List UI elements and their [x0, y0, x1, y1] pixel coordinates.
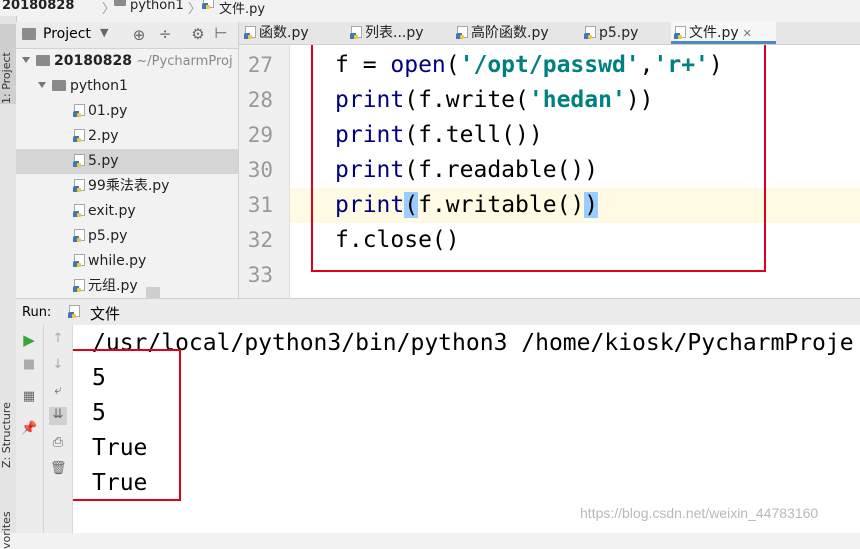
python-file-icon: [674, 26, 686, 39]
chevron-down-icon[interactable]: [22, 57, 30, 63]
file-label: 5.py: [88, 153, 119, 169]
run-toolbar-right: ↑ ↓ ⤶ ⇊ ⎙ 🗑: [44, 325, 73, 533]
watermark: https://blog.csdn.net/weixin_44783160: [580, 505, 819, 521]
tree-file-item[interactable]: 99乘法表.py: [73, 174, 170, 199]
line-number: 31: [247, 193, 273, 217]
line-number: 28: [247, 88, 273, 112]
run-panel-header: Run: 文件: [16, 298, 860, 326]
python-file-icon: [73, 154, 85, 167]
project-view-selector[interactable]: Project: [43, 26, 91, 42]
tree-folder-label: python1: [70, 78, 128, 94]
structure-tool-tab[interactable]: Z: Structure: [0, 388, 16, 468]
print-icon[interactable]: ⎙: [50, 435, 66, 450]
annotation-box-code: [311, 45, 766, 272]
annotation-box-output: [73, 349, 181, 501]
run-icon[interactable]: ▶: [21, 331, 37, 349]
project-view-icon: [22, 28, 36, 40]
python-file-icon: [68, 305, 80, 318]
pin-icon[interactable]: 📌: [21, 421, 37, 436]
tree-folder-item[interactable]: python1: [38, 74, 128, 99]
tree-file-item[interactable]: while.py: [73, 249, 147, 274]
soft-wrap-icon[interactable]: ⤶: [50, 383, 66, 398]
breadcrumb-root[interactable]: 20180828: [2, 0, 74, 13]
favorites-tool-tab[interactable]: vorites: [0, 494, 16, 549]
file-label: while.py: [88, 253, 147, 269]
python-file-icon: [350, 26, 362, 39]
file-label: 2.py: [88, 128, 119, 144]
trash-icon[interactable]: 🗑: [50, 461, 67, 476]
breadcrumb: 20180828 〉 python1 〉 文件.py: [0, 0, 860, 17]
line-number: 30: [247, 158, 273, 182]
tab-label: 文件.py: [689, 25, 739, 41]
python-file-icon: [73, 254, 85, 267]
run-label: Run:: [22, 305, 52, 320]
tree-file-item[interactable]: 01.py: [73, 99, 128, 124]
project-panel-header: Project ▼ ⊕ ÷ ⚙ ⊢: [16, 22, 238, 49]
line-number: 32: [247, 228, 273, 252]
line-number: 33: [247, 263, 273, 287]
tree-root-item[interactable]: 20180828 ~/PycharmProj: [22, 49, 233, 74]
layout-icon[interactable]: ▦: [21, 389, 37, 404]
close-icon[interactable]: ✕: [743, 27, 752, 40]
file-label: 99乘法表.py: [88, 178, 170, 194]
file-label: p5.py: [88, 228, 128, 244]
tree-file-item[interactable]: exit.py: [73, 199, 136, 224]
python-file-icon: [244, 26, 256, 39]
tab-gaojie[interactable]: 高阶函数.py: [456, 22, 575, 44]
python-file-icon: [73, 129, 85, 142]
breadcrumb-folder[interactable]: python1: [130, 0, 184, 13]
line-number: 27: [247, 53, 273, 77]
arrow-down-icon[interactable]: ↓: [50, 357, 66, 372]
python-file-icon: [73, 229, 85, 242]
python-file-icon: [73, 279, 85, 292]
tab-hanshu[interactable]: 函数.py: [244, 22, 345, 44]
run-toolbar-left: ▶ ■ ▦ 📌: [16, 325, 44, 533]
chevron-down-icon[interactable]: ▼: [100, 26, 108, 39]
tree-root-path: ~/PycharmProj: [136, 54, 233, 69]
line-number-gutter: 27 28 29 30 31 32 33: [239, 45, 290, 298]
collapse-all-icon[interactable]: ÷: [157, 25, 173, 43]
file-label: 元组.py: [88, 278, 138, 294]
folder-icon: [36, 55, 50, 66]
tree-file-item[interactable]: 2.py: [73, 124, 119, 149]
code-editor[interactable]: 27 28 29 30 31 32 33 f = open('/opt/pass…: [239, 45, 860, 298]
scroll-to-end-icon[interactable]: ⇊: [49, 407, 67, 425]
python-file-icon: [73, 204, 85, 217]
python-file-icon: [456, 26, 468, 39]
editor-tab-bar: 函数.py 列表...py 高阶函数.py p5.py 文件.py ✕: [239, 22, 860, 45]
tree-file-item[interactable]: p5.py: [73, 224, 128, 249]
run-console[interactable]: /usr/local/python3/bin/python3 /home/kio…: [73, 325, 860, 533]
chevron-down-icon[interactable]: [38, 82, 46, 88]
python-file-icon: [584, 26, 596, 39]
console-command: /usr/local/python3/bin/python3 /home/kio…: [92, 330, 854, 356]
line-number: 29: [247, 123, 273, 147]
scrollbar-thumb[interactable]: [146, 287, 160, 298]
tree-file-item-selected[interactable]: 5.py: [16, 149, 238, 174]
tab-label: 高阶函数.py: [471, 25, 549, 41]
gear-icon[interactable]: ⚙: [190, 25, 206, 43]
python-file-icon: [73, 104, 85, 117]
file-label: 01.py: [88, 103, 128, 119]
tab-label: 列表...py: [365, 25, 424, 41]
left-tool-strip: 1: Project Z: Structure vorites: [0, 16, 17, 549]
tree-root-label: 20180828: [54, 53, 132, 69]
breadcrumb-separator: 〉: [188, 2, 202, 17]
hide-panel-icon[interactable]: ⊢: [213, 24, 229, 42]
tab-label: 函数.py: [259, 25, 309, 41]
python-file-icon: [73, 179, 85, 192]
target-icon[interactable]: ⊕: [131, 26, 147, 44]
project-tool-tab[interactable]: 1: Project: [0, 24, 16, 104]
tab-label: p5.py: [599, 25, 639, 41]
tab-liebiao[interactable]: 列表...py: [350, 22, 449, 44]
breadcrumb-file[interactable]: 文件.py: [219, 0, 265, 17]
arrow-up-icon[interactable]: ↑: [50, 331, 66, 346]
tree-file-item[interactable]: 元组.py: [73, 274, 138, 298]
stop-icon[interactable]: ■: [21, 357, 37, 372]
file-label: exit.py: [88, 203, 136, 219]
tab-wenjian-active[interactable]: 文件.py ✕: [671, 22, 776, 44]
run-config-tab[interactable]: 文件: [90, 303, 120, 324]
project-panel: Project ▼ ⊕ ÷ ⚙ ⊢ 20180828 ~/PycharmProj…: [16, 22, 239, 298]
tab-p5[interactable]: p5.py: [584, 22, 663, 44]
folder-icon: [52, 80, 66, 91]
